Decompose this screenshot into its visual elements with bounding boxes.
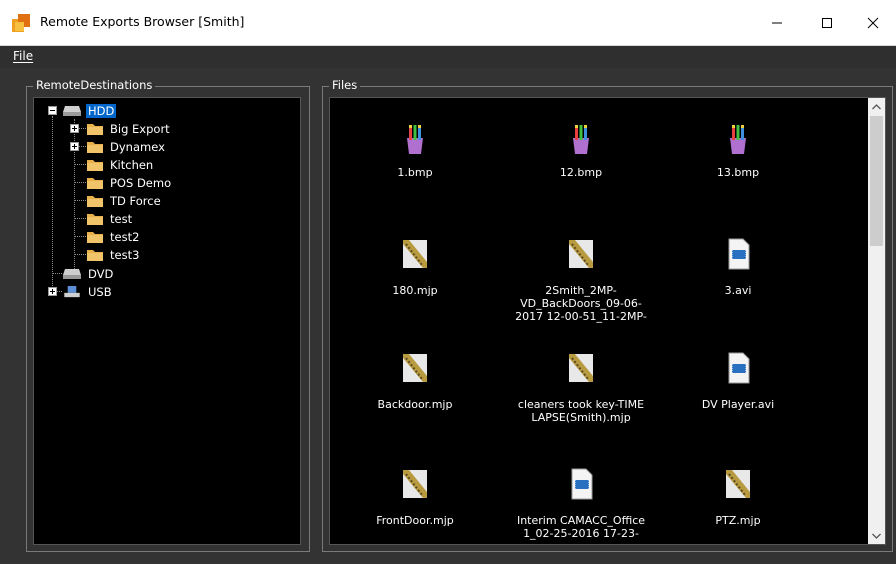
scroll-thumb[interactable]: [870, 116, 883, 246]
film-reel-icon: [726, 470, 750, 498]
tree-item-dynamex[interactable]: Dynamex: [86, 138, 167, 155]
file-name: cleaners took key-TIME LAPSE(Smith).mjp: [517, 398, 645, 424]
file-item[interactable]: 180.mjp: [340, 238, 490, 318]
folder-icon: [87, 141, 103, 153]
tree-item-label: HDD: [86, 103, 117, 118]
file-name: PTZ.mjp: [715, 514, 761, 527]
tree-item-label: test3: [110, 247, 140, 262]
folder-icon: [87, 249, 103, 261]
file-name: 12.bmp: [559, 166, 603, 179]
tree-item-big-export[interactable]: Big Export: [86, 120, 172, 137]
files-group: Files 1.bmp 12.bmp 13.bmp 180.mjp 2Smith…: [322, 78, 893, 552]
file-grid[interactable]: 1.bmp 12.bmp 13.bmp 180.mjp 2Smith_2MP- …: [329, 97, 886, 545]
file-item[interactable]: cleaners took key-TIME LAPSE(Smith).mjp: [506, 352, 656, 432]
title-bar[interactable]: Remote Exports Browser [Smith]: [0, 0, 896, 46]
tree-item-label: DVD: [88, 266, 114, 281]
tree-item-test3[interactable]: test3: [86, 246, 141, 263]
files-vertical-scrollbar[interactable]: [868, 98, 885, 544]
file-item[interactable]: 2Smith_2MP- VD_BackDoors_09-06- 2017 12-…: [506, 238, 656, 323]
minimize-button[interactable]: [754, 0, 800, 45]
file-item[interactable]: FrontDoor.mjp: [340, 468, 490, 542]
close-button[interactable]: [850, 0, 896, 45]
minimize-icon: [772, 22, 782, 23]
maximize-button[interactable]: [804, 0, 850, 45]
hard-drive-icon: [63, 105, 81, 116]
tree-item-label: TD Force: [110, 193, 161, 208]
file-name: Interim CAMACC_Office 1_02-25-2016 17-23…: [516, 514, 646, 540]
tree-collapse-hdd[interactable]: [48, 106, 57, 115]
file-name: 180.mjp: [392, 284, 438, 297]
tree-item-dvd[interactable]: DVD: [62, 265, 115, 282]
folder-icon: [87, 231, 103, 243]
chevron-down-icon: [872, 533, 881, 539]
file-name: 3.avi: [724, 284, 752, 297]
tree-item-label: Kitchen: [110, 157, 154, 172]
tree-item-label: Big Export: [110, 121, 170, 136]
scroll-down-button[interactable]: [868, 527, 885, 544]
remote-destinations-title: RemoteDestinations: [33, 78, 156, 92]
file-name: FrontDoor.mjp: [376, 514, 454, 527]
film-reel-icon: [403, 354, 427, 382]
window-title: Remote Exports Browser [Smith]: [40, 14, 245, 29]
tree-item-td-force[interactable]: TD Force: [86, 192, 163, 209]
tree-item-label: test: [110, 211, 133, 226]
file-name: Backdoor.mjp: [377, 398, 453, 411]
tree-item-test[interactable]: test: [86, 210, 134, 227]
tree-item-label: USB: [88, 284, 112, 299]
tree-item-label: test2: [110, 229, 140, 244]
file-item[interactable]: Backdoor.mjp: [340, 352, 490, 432]
app-window: Remote Exports Browser [Smith] File Remo…: [0, 0, 896, 564]
file-name: 1.bmp: [397, 166, 433, 179]
film-reel-icon: [403, 240, 427, 268]
video-file-icon: [728, 352, 750, 384]
film-reel-icon: [403, 470, 427, 498]
file-item[interactable]: 13.bmp: [663, 124, 813, 184]
file-item[interactable]: DV Player.avi: [663, 352, 813, 432]
destination-tree[interactable]: HDD Big Export Dynamex Kitchen POS Demo: [33, 97, 301, 545]
tree-expand-dynamex[interactable]: [70, 142, 79, 151]
film-reel-icon: [569, 354, 593, 382]
tree-item-hdd[interactable]: HDD: [62, 102, 117, 119]
file-item[interactable]: 12.bmp: [506, 124, 656, 184]
file-item[interactable]: 3.avi: [663, 238, 813, 318]
film-reel-icon: [569, 240, 593, 268]
file-item[interactable]: 1.bmp: [340, 124, 490, 184]
menu-bar: File: [0, 46, 896, 68]
tree-expand-usb[interactable]: [48, 287, 57, 296]
tree-item-pos-demo[interactable]: POS Demo: [86, 174, 173, 191]
close-icon: [867, 17, 879, 28]
folder-icon: [87, 177, 103, 189]
folder-icon: [87, 123, 103, 135]
tree-item-test2[interactable]: test2: [86, 228, 141, 245]
file-item[interactable]: PTZ.mjp: [663, 468, 813, 542]
paint-brushes-icon: [407, 125, 423, 154]
folder-icon: [87, 159, 103, 171]
tree-item-label: Dynamex: [110, 139, 165, 154]
scroll-up-button[interactable]: [868, 98, 885, 115]
menu-file[interactable]: File: [13, 49, 33, 63]
file-name: 2Smith_2MP- VD_BackDoors_09-06- 2017 12-…: [515, 284, 647, 323]
usb-drive-icon: [64, 285, 80, 297]
app-logo-icon: [12, 14, 30, 32]
tree-item-label: POS Demo: [110, 175, 172, 190]
tree-item-kitchen[interactable]: Kitchen: [86, 156, 155, 173]
folder-icon: [87, 213, 103, 225]
video-file-icon: [571, 468, 593, 500]
tree-expand-big-export[interactable]: [70, 124, 79, 133]
maximize-icon: [822, 17, 832, 28]
dvd-drive-icon: [63, 268, 81, 279]
tree-item-usb[interactable]: USB: [62, 283, 114, 300]
remote-destinations-group: RemoteDestinations HDD Big Export Dyname…: [26, 78, 310, 552]
paint-brushes-icon: [573, 125, 589, 154]
files-title: Files: [329, 78, 361, 92]
folder-icon: [87, 195, 103, 207]
file-name: 13.bmp: [716, 166, 760, 179]
paint-brushes-icon: [730, 125, 746, 154]
file-name: DV Player.avi: [701, 398, 775, 411]
file-item[interactable]: Interim CAMACC_Office 1_02-25-2016 17-23…: [506, 468, 656, 542]
chevron-up-icon: [872, 103, 881, 109]
video-file-icon: [728, 238, 750, 270]
